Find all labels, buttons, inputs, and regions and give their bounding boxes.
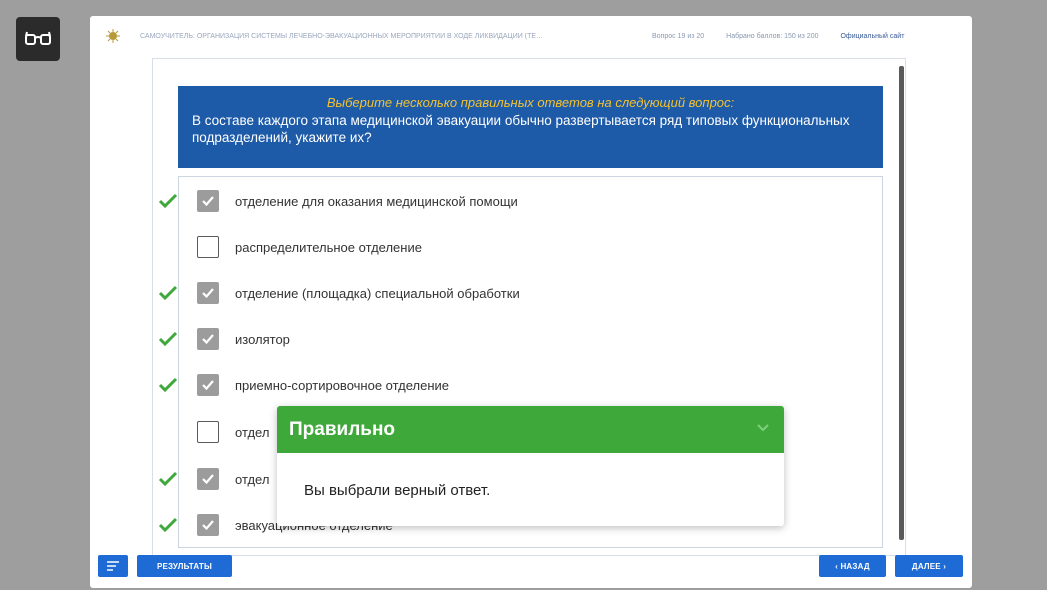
answer-checkbox[interactable] [197, 190, 219, 212]
answer-checkbox[interactable] [197, 236, 219, 258]
checkmark-icon [157, 190, 179, 212]
popup-title: Правильно [289, 418, 396, 440]
menu-icon [107, 561, 119, 571]
answer-checkbox[interactable] [197, 328, 219, 350]
answer-checkbox[interactable] [197, 421, 219, 443]
results-button[interactable]: РЕЗУЛЬТАТЫ [137, 555, 232, 577]
question-instruction: Выберите несколько правильных ответов на… [326, 95, 735, 110]
course-title: САМОУЧИТЕЛЬ: ОРГАНИЗАЦИЯ СИСТЕМЫ ЛЕЧЕБНО… [140, 32, 544, 40]
top-bar: САМОУЧИТЕЛЬ: ОРГАНИЗАЦИЯ СИСТЕМЫ ЛЕЧЕБНО… [90, 16, 972, 56]
popup-header[interactable]: Правильно [277, 406, 784, 453]
next-button[interactable]: ДАЛЕЕ › [895, 555, 963, 577]
checkmark-icon [157, 374, 179, 396]
answer-label: изолятор [235, 331, 290, 347]
answer-checkbox[interactable] [197, 514, 219, 536]
answer-label: отделение для оказания медицинской помощ… [235, 193, 518, 209]
glasses-icon [25, 31, 51, 45]
answer-label: отделение (площадка) специальной обработ… [235, 285, 520, 301]
answer-label: распределительное отделение [235, 239, 422, 255]
answer-checkbox[interactable] [197, 374, 219, 396]
checkmark-icon [157, 514, 179, 536]
answer-checkbox[interactable] [197, 282, 219, 304]
checkmark-icon [157, 468, 179, 490]
question-text: В составе каждого этапа медицинской эвак… [192, 113, 850, 145]
chevron-down-icon[interactable] [756, 422, 770, 432]
score-counter: Набрано баллов: 150 из 200 [726, 32, 819, 40]
question-box: Выберите несколько правильных ответов на… [178, 86, 883, 168]
answer-label: приемно-сортировочное отделение [235, 377, 449, 393]
answer-label: отдел [235, 424, 270, 440]
checkmark-icon [157, 328, 179, 350]
feedback-popup: Правильно Вы выбрали верный ответ. [277, 406, 784, 526]
accessibility-glasses-button[interactable] [16, 17, 60, 61]
scrollbar[interactable] [899, 66, 904, 540]
answer-label: отдел [235, 471, 270, 487]
quiz-window: САМОУЧИТЕЛЬ: ОРГАНИЗАЦИЯ СИСТЕМЫ ЛЕЧЕБНО… [90, 16, 972, 588]
back-button[interactable]: ‹ НАЗАД [819, 555, 886, 577]
question-counter: Вопрос 19 из 20 [652, 32, 705, 40]
popup-message: Вы выбрали верный ответ. [304, 482, 491, 499]
official-site-link[interactable]: Официальный сайт [840, 33, 904, 40]
menu-button[interactable] [98, 555, 128, 577]
emblem-icon [106, 29, 120, 43]
answer-checkbox[interactable] [197, 468, 219, 490]
checkmark-icon [157, 282, 179, 304]
